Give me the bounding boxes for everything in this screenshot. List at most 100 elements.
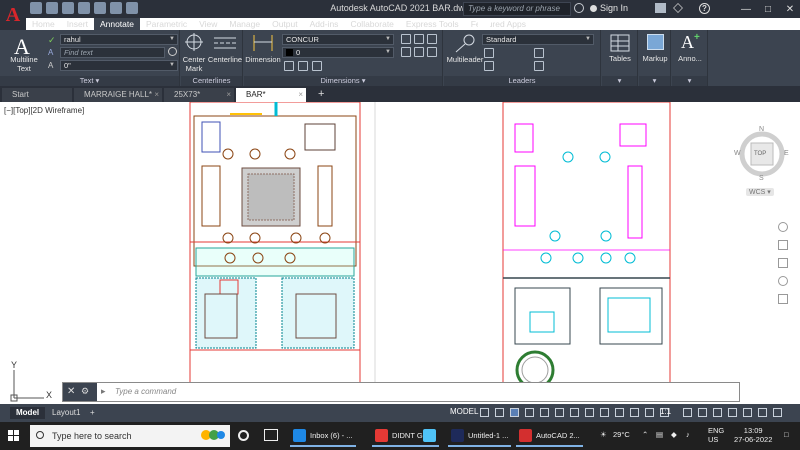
ribbon-tab-parametric[interactable]: Parametric <box>140 18 193 30</box>
open-icon[interactable] <box>46 2 58 14</box>
viewcube-south[interactable]: S <box>759 175 764 182</box>
bluetooth-icon[interactable]: ◆ <box>671 430 677 439</box>
dimension-icon[interactable] <box>252 33 274 53</box>
customize-icon[interactable]: ⚙ <box>81 386 89 397</box>
ortho-icon[interactable] <box>510 408 519 417</box>
model-space-toggle[interactable]: MODEL <box>450 407 478 416</box>
viewcube-west[interactable]: W <box>734 150 741 157</box>
language-indicator[interactable]: ENG US <box>708 426 724 444</box>
add-layout-icon[interactable]: + <box>84 407 101 419</box>
layout-tab-model[interactable]: Model <box>10 407 46 419</box>
drawing-canvas[interactable]: [−][Top][2D Wireframe] Y X N S E W TOP W… <box>0 102 800 404</box>
center-mark-icon[interactable] <box>185 33 203 51</box>
annotation-scale-select[interactable]: 1:1 <box>660 407 671 416</box>
selection-cycling-icon[interactable] <box>615 408 624 417</box>
windows-start-icon[interactable] <box>8 430 20 442</box>
showmotion-icon[interactable] <box>778 294 788 304</box>
quick-properties-icon[interactable] <box>728 408 737 417</box>
application-menu-button[interactable]: A <box>0 0 26 30</box>
notifications-icon[interactable]: □ <box>784 430 789 439</box>
undo-icon[interactable] <box>110 2 122 14</box>
lineweight-icon[interactable] <box>585 408 594 417</box>
jogged-linear-icon[interactable] <box>427 47 437 57</box>
quick-dimension-icon[interactable] <box>401 34 411 44</box>
close-tab-icon[interactable]: × <box>154 88 159 102</box>
ribbon-tab-view[interactable]: View <box>193 18 223 30</box>
command-line-handle[interactable]: ✕ ⚙ <box>63 383 97 401</box>
ribbon-tab-home[interactable]: Home <box>26 18 61 30</box>
annotation-scaling-icon[interactable]: A <box>681 32 694 53</box>
tables-panel-expander[interactable]: ▾ <box>602 76 637 86</box>
orbit-icon[interactable] <box>778 276 788 286</box>
dimension-layer-select[interactable]: 0 ▼ <box>282 47 394 58</box>
text-height-select[interactable]: 0" ▼ <box>60 60 178 71</box>
ribbon-tab-featured-apps[interactable]: Featured Apps <box>465 18 532 30</box>
polar-icon[interactable] <box>525 408 534 417</box>
file-tab-marraige-hall-[interactable]: MARRAIGE HALL* × <box>74 88 163 102</box>
annotation-panel-expander[interactable]: ▾ <box>672 76 707 86</box>
taskbar-app-2[interactable] <box>420 425 439 447</box>
dim-tool-3-icon[interactable] <box>312 61 322 71</box>
centerline-icon[interactable] <box>214 36 236 50</box>
command-history-icon[interactable]: ▸ <box>101 386 106 397</box>
plot-icon[interactable] <box>94 2 106 14</box>
ribbon-tab-manage[interactable]: Manage <box>223 18 266 30</box>
markup-panel-expander[interactable]: ▾ <box>639 76 670 86</box>
add-leader-icon[interactable] <box>484 48 494 58</box>
annotation-monitor-icon[interactable] <box>630 408 639 417</box>
dim-tool-2-icon[interactable] <box>298 61 308 71</box>
collect-leader-icon[interactable] <box>534 61 544 71</box>
file-tab-bar-[interactable]: BAR* × <box>236 88 307 102</box>
minimize-button[interactable]: — <box>735 0 757 18</box>
table-icon[interactable] <box>610 34 630 52</box>
text-panel-title[interactable]: Text ▾ <box>0 76 179 86</box>
dimension-style-select[interactable]: CONCUR ▼ <box>282 34 394 45</box>
close-command-line-icon[interactable]: ✕ <box>67 386 75 397</box>
isolate-objects-icon[interactable] <box>743 408 752 417</box>
clean-screen-icon[interactable] <box>758 408 767 417</box>
file-tab-start[interactable]: Start <box>2 88 72 102</box>
close-button[interactable]: ✕ <box>779 0 800 18</box>
sign-in-button[interactable]: Sign In <box>590 3 628 13</box>
workspace-toggle-icon[interactable] <box>478 20 490 28</box>
dim-tool-1-icon[interactable] <box>284 61 294 71</box>
command-input[interactable]: Type a command <box>115 387 176 396</box>
object-snap-icon[interactable] <box>570 408 579 417</box>
help-icon[interactable]: ? <box>699 3 710 14</box>
find-replace-icon[interactable]: A <box>48 48 53 57</box>
multileader-icon[interactable] <box>454 34 476 54</box>
ribbon-tab-insert[interactable]: Insert <box>61 18 94 30</box>
annotation-visibility-icon[interactable] <box>645 408 654 417</box>
autodesk-a360-icon[interactable] <box>673 3 683 13</box>
viewcube-east[interactable]: E <box>784 150 789 157</box>
align-leader-icon[interactable] <box>534 48 544 58</box>
ribbon-tab-collaborate[interactable]: Collaborate <box>344 18 399 30</box>
taskbar-app-3[interactable]: Untitled-1 ... <box>448 425 512 447</box>
task-view-icon[interactable] <box>264 429 278 441</box>
dimension-space-icon[interactable] <box>427 34 437 44</box>
viewcube-north[interactable]: N <box>759 126 764 133</box>
tables-button[interactable]: Tables <box>602 54 638 63</box>
isodraft-icon[interactable] <box>540 408 549 417</box>
text-style-select[interactable]: rahul ▼ <box>60 34 178 45</box>
maximize-button[interactable]: □ <box>757 0 779 18</box>
find-search-icon[interactable] <box>168 47 177 56</box>
taskbar-app-4[interactable]: AutoCAD 2... <box>516 425 583 447</box>
ribbon-tab-annotate[interactable]: Annotate <box>93 18 140 30</box>
file-tab-25x73-[interactable]: 25X73* × <box>164 88 235 102</box>
grid-icon[interactable] <box>480 408 489 417</box>
save-icon[interactable] <box>62 2 74 14</box>
viewcube[interactable]: N S E W TOP WCS ▾ <box>732 124 792 200</box>
cortana-icon[interactable] <box>238 430 249 441</box>
save-as-icon[interactable] <box>78 2 90 14</box>
inspect-icon[interactable] <box>414 47 424 57</box>
zoom-extents-icon[interactable] <box>778 258 788 268</box>
weather-icon[interactable]: ☀ <box>600 430 607 439</box>
close-tab-icon[interactable]: × <box>226 88 231 102</box>
transparency-icon[interactable] <box>600 408 609 417</box>
check-spelling-icon[interactable]: ✓ <box>48 35 56 46</box>
object-snap-tracking-icon[interactable] <box>555 408 564 417</box>
tray-arrow-icon[interactable]: ⌃ <box>642 430 648 439</box>
taskbar-app-0[interactable]: Inbox (6) - ... <box>290 425 356 447</box>
network-icon[interactable]: ▤ <box>656 430 663 439</box>
